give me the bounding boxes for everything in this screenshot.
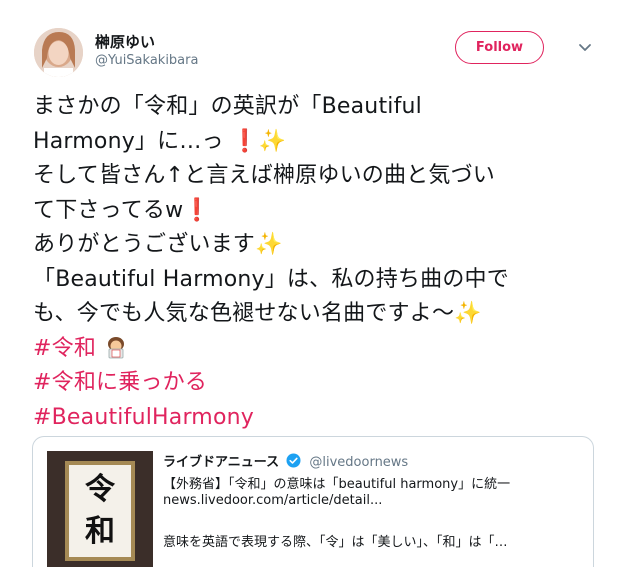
- tweet-line: て下さってるw❗: [33, 194, 603, 229]
- tweet-line: 「Beautiful Harmony」は、私の持ち曲の中で: [33, 263, 603, 298]
- tweet-text: まさかの「令和」の英訳が「Beautiful Harmony」に…っ ❗✨ そし…: [33, 90, 603, 435]
- tweet-line-text: ありがとうございます: [33, 232, 256, 257]
- author-avatar[interactable]: [34, 28, 83, 77]
- link-preview-card[interactable]: 令 和 ライブドアニュース @livedoornews 【外務省】「令和」の意味…: [32, 436, 594, 567]
- card-source-name: ライブドアニュース: [163, 455, 280, 470]
- tweet-line-text: 「Beautiful Harmony」は、私の持ち曲の中で: [33, 266, 509, 292]
- verified-badge-icon: [286, 453, 301, 468]
- card-headline: 【外務省】「令和」の意味は「beautiful harmony」に統一: [163, 477, 511, 492]
- tweet-line-text: そして皆さん↑と言えば榊原ゆいの曲と気づい: [33, 163, 495, 188]
- person-reading-emoji-icon: [108, 336, 125, 358]
- hashtag-line: #令和: [33, 332, 603, 367]
- hashtag-link[interactable]: #令和: [33, 336, 96, 361]
- tweet-line-text: Harmony」に…っ: [33, 128, 224, 154]
- follow-button[interactable]: Follow: [455, 31, 544, 64]
- author-name[interactable]: 榊原ゆい: [95, 31, 155, 52]
- sparkles-emoji-icon: ✨: [258, 128, 287, 154]
- exclamation-emoji-icon: ❗: [183, 197, 211, 223]
- card-source-handle: @livedoornews: [309, 455, 409, 470]
- tweet-line-text: まさかの「令和」の英訳が「Beautiful: [33, 94, 422, 119]
- hashtag-link[interactable]: #BeautifulHarmony: [33, 405, 254, 430]
- sparkles-emoji-icon: ✨: [255, 232, 283, 257]
- tweet-line-text: も、今でも人気な色褪せない名曲ですよ〜: [33, 301, 455, 326]
- author-handle[interactable]: @YuiSakakibara: [95, 53, 198, 68]
- hashtag-line: #令和に乗っかる: [33, 366, 603, 401]
- sparkles-emoji-icon: ✨: [454, 301, 482, 326]
- tweet-line: そして皆さん↑と言えば榊原ゆいの曲と気づい: [33, 159, 603, 194]
- tweet-line: も、今でも人気な色褪せない名曲ですよ〜✨: [33, 297, 603, 332]
- hashtag-line: #BeautifulHarmony: [33, 401, 603, 436]
- card-url: news.livedoor.com/article/detail...: [163, 493, 383, 508]
- svg-text:和: 和: [85, 514, 115, 549]
- chevron-down-icon[interactable]: [576, 38, 594, 56]
- tweet-line-text: て下さってるw: [33, 197, 184, 223]
- svg-text:令: 令: [85, 472, 116, 507]
- hashtag-link[interactable]: #令和に乗っかる: [33, 370, 207, 395]
- tweet-line: ありがとうございます✨: [33, 228, 603, 263]
- tweet-line: Harmony」に…っ ❗✨: [33, 125, 603, 160]
- exclamation-emoji-icon: ❗: [230, 128, 259, 154]
- card-thumbnail: 令 和: [47, 451, 153, 567]
- tweet-line: まさかの「令和」の英訳が「Beautiful: [33, 90, 603, 125]
- card-snippet: 意味を英語で表現する際、「令」は「美しい」、「和」は「…: [163, 535, 508, 550]
- card-source: ライブドアニュース @livedoornews: [163, 451, 408, 470]
